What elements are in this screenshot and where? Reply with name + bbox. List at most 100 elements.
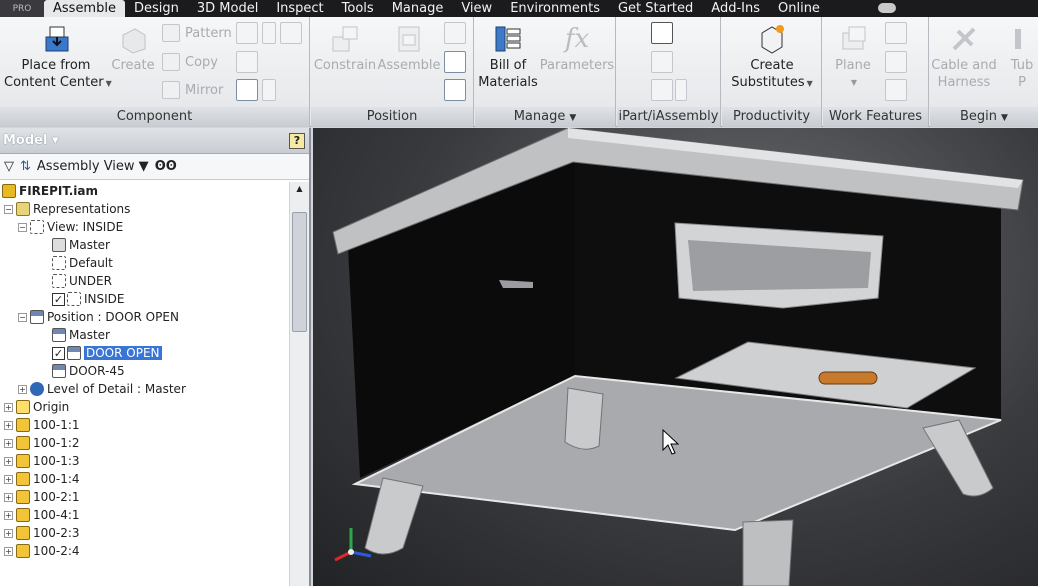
tree-item-position-door-open[interactable]: − Position : DOOR OPEN (18, 308, 179, 326)
graphics-viewport[interactable] (313, 128, 1038, 586)
filter-icon[interactable]: ▽ (4, 159, 14, 174)
expand-icon[interactable]: + (4, 456, 13, 466)
bill-of-materials-button[interactable]: Bill of Materials (477, 19, 539, 91)
tree-item-door-45[interactable]: DOOR-45 (52, 362, 125, 380)
tab-add-ins[interactable]: Add-Ins (702, 0, 769, 17)
replace-dropdown-icon[interactable] (262, 22, 276, 44)
tree-item-master-view[interactable]: Master (52, 236, 110, 254)
tree-item-representations[interactable]: − Representations (4, 200, 130, 218)
lock-icon (52, 238, 66, 252)
panel-title-manage[interactable]: Manage ▼ (475, 107, 615, 127)
assemble-button[interactable]: Assemble (377, 19, 441, 74)
expand-icon[interactable]: + (4, 546, 13, 556)
make-layout-icon[interactable] (236, 51, 258, 73)
shrinkwrap-icon[interactable] (236, 79, 258, 101)
collapse-icon[interactable]: − (18, 312, 27, 322)
tab-3d-model[interactable]: 3D Model (188, 0, 267, 17)
expand-icon[interactable]: + (4, 492, 13, 502)
panel-title-ipart: iPart/iAssembly (617, 107, 720, 127)
tree-item-part[interactable]: +100-2:1 (4, 488, 80, 506)
expand-icon[interactable]: + (4, 474, 13, 484)
tab-inspect[interactable]: Inspect (267, 0, 332, 17)
shrinkwrap-dropdown-icon[interactable] (262, 79, 276, 101)
part-icon (16, 490, 30, 504)
expand-icon[interactable]: + (4, 510, 13, 520)
grip-snap-icon[interactable] (280, 22, 302, 44)
browser-scrollbar[interactable]: ▲ (289, 182, 309, 586)
tree-item-part[interactable]: +100-2:4 (4, 542, 80, 560)
panel-title-productivity: Productivity (722, 107, 821, 127)
ipart-edit-icon[interactable] (651, 79, 673, 101)
tree-item-origin[interactable]: + Origin (4, 398, 69, 416)
collapse-icon[interactable]: − (4, 204, 13, 214)
mirror-button[interactable]: Mirror (162, 79, 223, 101)
pattern-button[interactable]: Pattern (162, 22, 232, 44)
scrollbar-thumb[interactable] (292, 212, 307, 332)
parameters-button[interactable]: fx Parameters (539, 19, 615, 74)
tree-item-default[interactable]: Default (52, 254, 113, 272)
tree-item-firepit[interactable]: FIREPIT.iam (2, 182, 98, 200)
cable-and-harness-button[interactable]: Cable and Harness (930, 19, 998, 91)
move-icon[interactable] (444, 22, 466, 44)
application-button[interactable]: PRO (0, 0, 44, 17)
create-ipart-icon[interactable] (651, 22, 673, 44)
tube-and-pipe-button[interactable]: Tub P (1006, 19, 1038, 91)
constrain-button[interactable]: Constrain (313, 19, 377, 74)
tree-item-view-inside[interactable]: − View: INSIDE (18, 218, 123, 236)
ipart-author-icon[interactable] (651, 51, 673, 73)
expand-icon[interactable]: + (18, 384, 27, 394)
work-point-icon[interactable] (885, 51, 907, 73)
plane-button[interactable]: Plane ▼ (825, 19, 881, 91)
help-icon[interactable]: ? (289, 132, 305, 149)
tree-item-door-open[interactable]: ✓ DOOR OPEN (52, 344, 162, 362)
tab-view[interactable]: View (452, 0, 501, 17)
ipart-edit-dropdown-icon[interactable] (675, 79, 687, 101)
tree-item-part[interactable]: +100-4:1 (4, 506, 80, 524)
tree-item-part[interactable]: +100-2:3 (4, 524, 80, 542)
find-binoculars-icon[interactable]: ʘʘ (155, 159, 177, 174)
tree-item-part[interactable]: +100-1:3 (4, 452, 80, 470)
free-move-icon[interactable] (444, 51, 466, 73)
tree-item-part[interactable]: +100-1:2 (4, 434, 80, 452)
ucs-icon[interactable] (885, 79, 907, 101)
tree-item-level-of-detail[interactable]: + Level of Detail : Master (18, 380, 186, 398)
ribbon-minimize-toggle[interactable] (878, 3, 896, 13)
free-rotate-icon[interactable] (444, 79, 466, 101)
tree-item-inside[interactable]: ✓ INSIDE (52, 290, 125, 308)
create-component-button[interactable]: Create (110, 19, 156, 74)
create-substitutes-button[interactable]: Create Substitutes ▼ (724, 19, 820, 92)
place-from-content-center-button[interactable]: Place from Content Center ▼ (4, 19, 112, 92)
tree-item-master-position[interactable]: Master (52, 326, 110, 344)
work-axis-icon[interactable] (885, 22, 907, 44)
collapse-icon[interactable]: − (18, 222, 27, 232)
tab-manage[interactable]: Manage (383, 0, 453, 17)
replace-icon[interactable] (236, 22, 258, 44)
copy-icon (162, 53, 180, 71)
view-rep-icon (67, 292, 81, 306)
tab-get-started[interactable]: Get Started (609, 0, 702, 17)
copy-button[interactable]: Copy (162, 51, 218, 73)
cable-harness-icon (948, 23, 980, 55)
tree-item-part[interactable]: +100-1:1 (4, 416, 80, 434)
active-checkbox[interactable]: ✓ (52, 346, 65, 360)
tree-item-under[interactable]: UNDER (52, 272, 112, 290)
active-checkbox[interactable]: ✓ (52, 292, 65, 306)
browser-title[interactable]: Model ▾ (3, 133, 59, 148)
firepit-3d-model[interactable] (313, 128, 1038, 586)
expand-icon[interactable]: + (4, 438, 13, 448)
expand-icon[interactable]: + (4, 420, 13, 430)
tree-item-part[interactable]: +100-1:4 (4, 470, 80, 488)
panel-title-begin[interactable]: Begin ▼ (930, 107, 1038, 127)
panel-title-work-features: Work Features (823, 107, 928, 127)
expand-icon[interactable]: + (4, 402, 13, 412)
tube-label-2: P (1018, 75, 1026, 90)
expand-icon[interactable]: + (4, 528, 13, 538)
tab-environments[interactable]: Environments (501, 0, 609, 17)
view-selector[interactable]: Assembly View ▼ (37, 159, 149, 174)
tab-tools[interactable]: Tools (333, 0, 383, 17)
tab-assemble[interactable]: Assemble (44, 0, 125, 17)
plane-icon (837, 23, 869, 55)
scroll-up-icon[interactable]: ▲ (290, 182, 309, 196)
tab-online[interactable]: Online (769, 0, 829, 17)
tab-design[interactable]: Design (125, 0, 188, 17)
